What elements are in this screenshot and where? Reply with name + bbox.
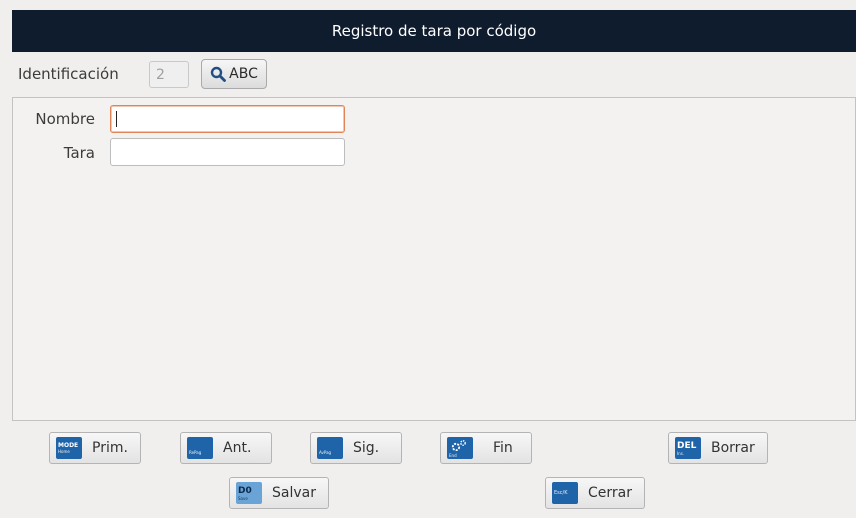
previous-record-label: Ant. — [223, 440, 252, 456]
search-abc-label: ABC — [229, 66, 258, 82]
next-record-label: Sig. — [353, 440, 380, 456]
tare-input[interactable] — [110, 138, 345, 166]
identification-label: Identificación — [18, 65, 119, 83]
last-record-button[interactable]: End Fin — [440, 432, 532, 464]
window-title: Registro de tara por código — [331, 22, 537, 40]
delete-label: Borrar — [711, 440, 755, 456]
close-button[interactable]: Esc/K Cerrar — [545, 477, 645, 509]
last-record-label: Fin — [493, 440, 513, 456]
avpag-key-icon: AvPag — [317, 437, 343, 459]
tare-label: Tara — [63, 144, 95, 162]
previous-record-button[interactable]: RePag Ant. — [180, 432, 272, 464]
identification-row: Identificación 2 ABC — [18, 58, 267, 90]
save-label: Salvar — [272, 485, 316, 501]
first-record-label: Prim. — [92, 440, 128, 456]
identification-field[interactable]: 2 — [149, 61, 189, 88]
save-button[interactable]: D0 Save Salvar — [229, 477, 329, 509]
gears-icon: End — [447, 437, 473, 459]
search-abc-button[interactable]: ABC — [201, 59, 267, 89]
form-panel: Nombre Tara — [12, 97, 856, 421]
d0-key-icon: D0 Save — [236, 482, 262, 504]
mode-key-icon: MODE Home — [56, 437, 82, 459]
window-title-bar: Registro de tara por código — [12, 10, 856, 52]
first-record-button[interactable]: MODE Home Prim. — [49, 432, 141, 464]
esc-key-icon: Esc/K — [552, 482, 578, 504]
next-record-button[interactable]: AvPag Sig. — [310, 432, 402, 464]
repag-key-icon: RePag — [187, 437, 213, 459]
magnifier-icon — [210, 66, 227, 82]
name-input[interactable] — [110, 105, 345, 133]
delete-button[interactable]: DEL Ins. Borrar — [668, 432, 768, 464]
text-caret — [116, 111, 117, 127]
name-label: Nombre — [35, 110, 95, 128]
del-key-icon: DEL Ins. — [675, 437, 701, 459]
close-label: Cerrar — [588, 485, 632, 501]
